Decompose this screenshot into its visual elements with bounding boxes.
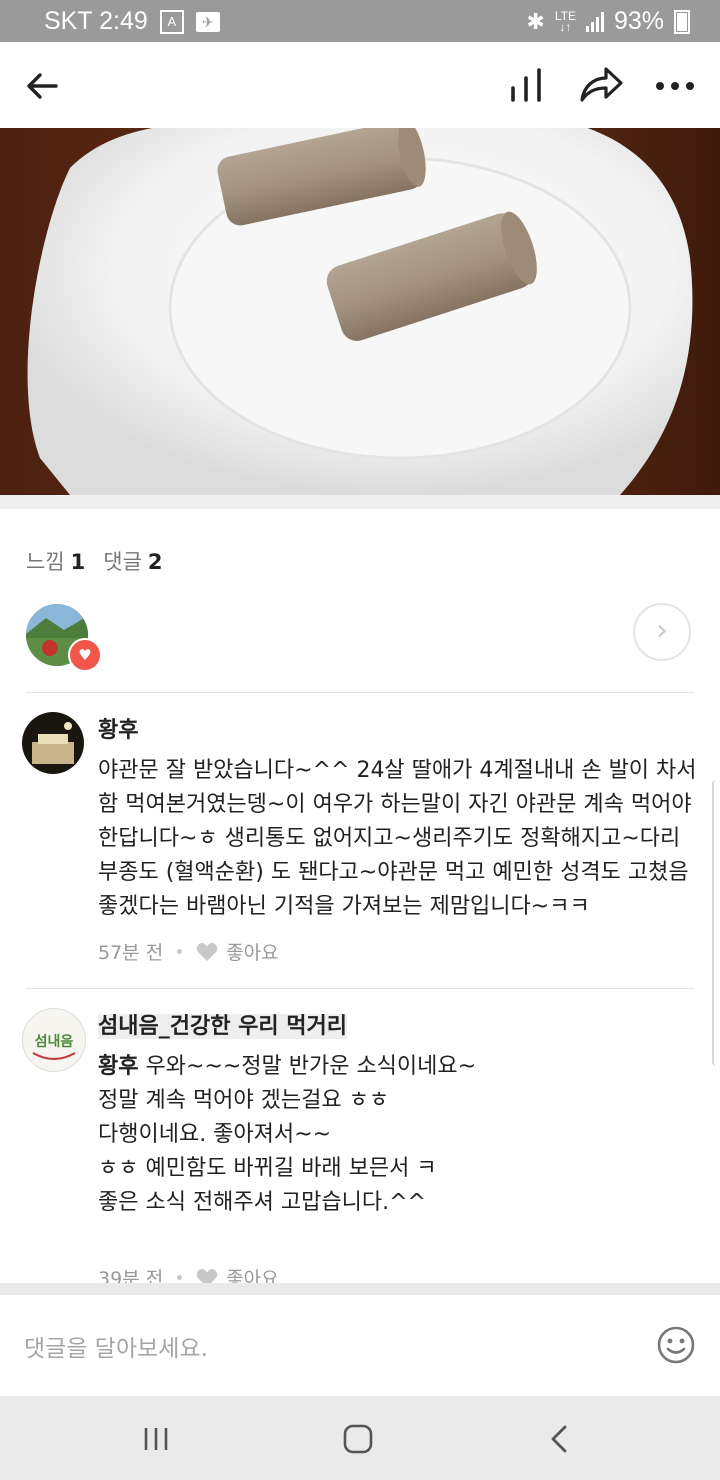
dot-separator (177, 949, 183, 954)
like-button[interactable]: 좋아요 (226, 938, 278, 965)
chevron-right-icon[interactable]: › (633, 603, 691, 661)
back-arrow-icon[interactable] (22, 66, 62, 106)
avatar[interactable]: 섬내음 (22, 1008, 86, 1072)
avatar-logo-text: 섬내음 (35, 1034, 74, 1050)
heart-icon: ♥ (68, 638, 102, 672)
lte-icon: LTE ↓↑ (554, 8, 576, 34)
comment-author[interactable]: 섬내음_건강한 우리 먹거리 (98, 1014, 347, 1039)
reaction-counts: 느낌 1 댓글 2 (26, 546, 163, 576)
avatar[interactable] (22, 712, 84, 774)
share-icon[interactable] (578, 64, 624, 106)
comment-text: 우와~~~정말 반가운 소식이네요~ 정말 계속 먹어야 겠는걸요 ㅎㅎ 다행이… (98, 1054, 477, 1215)
scroll-indicator[interactable] (712, 780, 720, 1066)
dot-separator (177, 1275, 183, 1280)
more-icon[interactable] (654, 66, 696, 106)
comment-time: 57분 전 (98, 942, 164, 964)
comment-text: 야관문 잘 받았습니다~^^ 24살 딸애가 4계절내내 손 발이 차서 함 먹… (98, 758, 704, 919)
likers-row: ♥ › (0, 600, 720, 672)
comment-author[interactable]: 황후 (98, 712, 698, 744)
comment-count[interactable]: 댓글 2 (103, 546, 162, 576)
comment-input[interactable]: 댓글을 달아보세요. (24, 1329, 208, 1363)
comment-input-bar[interactable]: 댓글을 달아보세요. (0, 1295, 720, 1396)
stats-icon[interactable] (506, 66, 546, 106)
mention[interactable]: 황후 (98, 1054, 138, 1079)
emoji-icon[interactable] (656, 1325, 696, 1365)
nav-back-icon[interactable] (548, 1424, 570, 1454)
battery-percent: 93% (613, 7, 664, 35)
divider (26, 988, 694, 989)
divider (26, 692, 694, 693)
notification-a-icon: A (159, 9, 184, 34)
post-photo[interactable] (0, 128, 720, 495)
battery-icon (674, 9, 690, 34)
notification-bird-icon: ✈ (195, 11, 220, 32)
heart-icon[interactable] (196, 942, 218, 962)
section-divider (0, 1283, 720, 1295)
recent-apps-icon[interactable] (142, 1426, 170, 1452)
bluetooth-icon: ✱ (526, 8, 545, 34)
home-icon[interactable] (342, 1424, 374, 1454)
app-bar (0, 42, 720, 128)
system-nav-bar (0, 1396, 720, 1480)
carrier-time: SKT 2:49 (44, 7, 148, 35)
signal-icon (585, 11, 604, 32)
feeling-count[interactable]: 느낌 1 (26, 546, 85, 576)
section-divider (0, 495, 720, 509)
status-bar: SKT 2:49 A ✈ ✱ LTE ↓↑ 93% (0, 0, 720, 42)
